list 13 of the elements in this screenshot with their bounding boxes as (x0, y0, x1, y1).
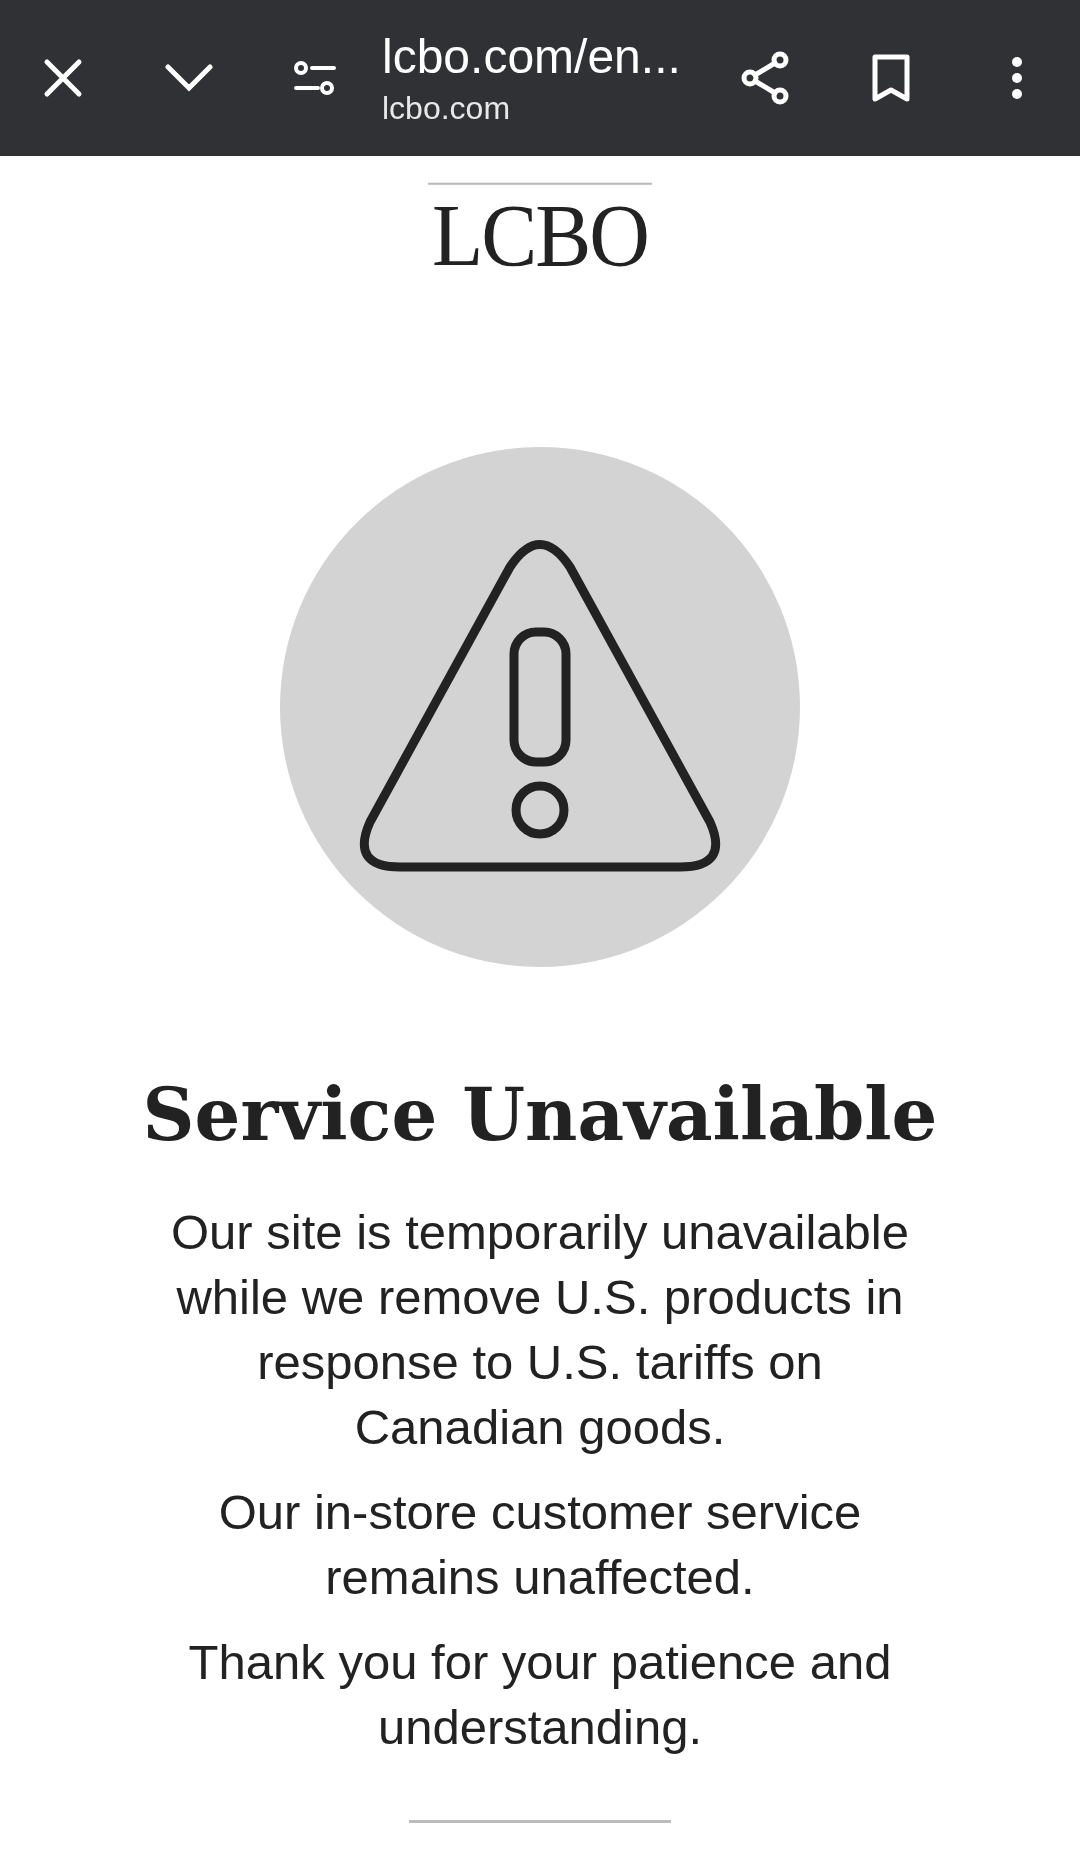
share-icon (740, 51, 790, 105)
chevron-down-icon (165, 64, 213, 92)
message-text: Our in-store customer service remains unaffected. (217, 1484, 863, 1607)
close-icon (43, 58, 83, 98)
message-text: Our site is temporarily unavailable while we remove U.S. products in response to U.S. tariffs on Canadian goods. (169, 1204, 910, 1457)
message-text: Thank you for your patience and understanding. (187, 1634, 893, 1757)
sliders-icon (294, 61, 336, 95)
page-domain: lcbo.com (382, 90, 512, 127)
logo: LCBO (428, 182, 652, 280)
heading: Service Unavailable (142, 1072, 938, 1159)
more-icon (1010, 56, 1024, 100)
page-title: lcbo.com/en... (382, 29, 682, 84)
bookmark-icon (871, 54, 911, 102)
